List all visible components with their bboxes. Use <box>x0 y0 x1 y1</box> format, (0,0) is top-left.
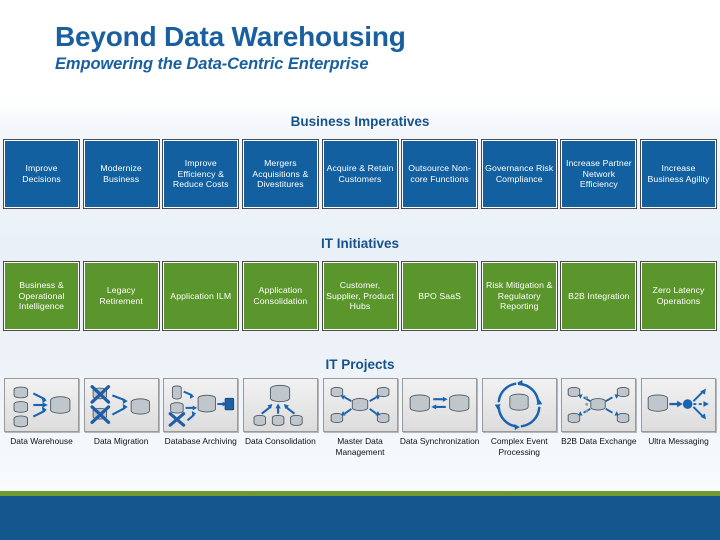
initiative-label: Customer, Supplier, Product Hubs <box>326 279 394 312</box>
project-label: Data Synchronization <box>399 436 480 446</box>
section-heading-business-imperatives: Business Imperatives <box>290 114 430 129</box>
imperative-label: Improve Efficiency & Reduce Costs <box>172 157 229 190</box>
initiative-box[interactable]: Business & Operational Intelligence <box>3 261 80 331</box>
many-to-one-database-icon <box>4 378 79 432</box>
it-projects-row: Data Warehouse Data Migration Database A… <box>4 378 716 458</box>
project-label: Ultra Messaging <box>648 436 709 446</box>
exchange-network-database-icon <box>561 378 637 432</box>
initiative-box[interactable]: BPO SaaS <box>401 261 479 331</box>
project-item[interactable]: Database Archiving <box>163 378 239 458</box>
project-label: Data Warehouse <box>10 436 73 446</box>
retire-sources-database-icon <box>83 378 159 432</box>
broadcast-fanout-icon <box>641 378 716 432</box>
project-label: B2B Data Exchange <box>561 436 637 446</box>
initiative-label: Application ILM <box>170 290 232 301</box>
consolidate-upward-database-icon <box>242 378 318 432</box>
project-label: Database Archiving <box>164 436 237 446</box>
initiative-box[interactable]: B2B Integration <box>560 261 638 331</box>
it-initiatives-row: Business & Operational Intelligence Lega… <box>3 261 717 331</box>
initiative-label: B2B Integration <box>568 290 630 301</box>
imperative-label: Acquire & Retain Customers <box>326 163 394 184</box>
imperative-box[interactable]: Outsource Non-core Functions <box>401 139 479 209</box>
two-way-sync-database-icon <box>402 378 478 432</box>
imperative-box[interactable]: Modernize Business <box>82 139 160 209</box>
imperative-box[interactable]: Improve Decisions <box>3 139 80 209</box>
project-label: Complex Event Processing <box>490 436 548 457</box>
imperative-label: Outsource Non-core Functions <box>408 163 471 184</box>
section-heading-it-projects: IT Projects <box>325 357 395 372</box>
initiative-label: BPO SaaS <box>418 290 462 301</box>
imperative-box[interactable]: Mergers Acquisitions & Divestitures <box>241 139 319 209</box>
imperative-box[interactable]: Increase Partner Network Efficiency <box>560 139 638 209</box>
initiative-box[interactable]: Risk Mitigation & Regulatory Reporting <box>480 261 558 331</box>
section-heading-it-initiatives: IT Initiatives <box>320 236 400 251</box>
business-imperatives-row: Improve Decisions Modernize Business Imp… <box>3 139 717 209</box>
initiative-label: Legacy Retirement <box>99 285 143 306</box>
imperative-box[interactable]: Increase Business Agility <box>640 139 717 209</box>
project-item[interactable]: Ultra Messaging <box>641 378 716 458</box>
hub-and-spoke-database-icon <box>322 378 398 432</box>
project-label: Data Migration <box>93 436 149 446</box>
initiative-box[interactable]: Application ILM <box>162 261 240 331</box>
imperative-label: Mergers Acquisitions & Divestitures <box>252 157 309 190</box>
imperative-label: Modernize Business <box>100 163 142 184</box>
project-label: Master Data Management <box>335 436 385 457</box>
initiative-label: Risk Mitigation & Regulatory Reporting <box>486 279 553 312</box>
project-item[interactable]: B2B Data Exchange <box>561 378 637 458</box>
imperative-label: Increase Business Agility <box>647 163 710 184</box>
project-item[interactable]: Data Migration <box>83 378 159 458</box>
initiative-label: Zero Latency Operations <box>652 285 705 306</box>
page-subtitle: Empowering the Data-Centric Enterprise <box>55 55 369 74</box>
imperative-box[interactable]: Governance Risk Compliance <box>480 139 558 209</box>
slide: Beyond Data Warehousing Empowering the D… <box>0 0 720 540</box>
initiative-box[interactable]: Customer, Supplier, Product Hubs <box>321 261 399 331</box>
initiative-label: Application Consolidation <box>253 285 308 306</box>
imperative-label: Improve Decisions <box>22 163 61 184</box>
imperative-box[interactable]: Improve Efficiency & Reduce Costs <box>162 139 240 209</box>
initiative-box[interactable]: Legacy Retirement <box>82 261 160 331</box>
project-label: Data Consolidation <box>244 436 316 446</box>
circular-flow-database-icon <box>481 378 557 432</box>
imperative-label: Increase Partner Network Efficiency <box>565 157 632 190</box>
project-item[interactable]: Data Consolidation <box>242 378 318 458</box>
imperative-label: Governance Risk Compliance <box>485 163 554 184</box>
project-item[interactable]: Data Synchronization <box>400 378 479 458</box>
title-block: Beyond Data Warehousing Empowering the D… <box>55 22 675 74</box>
archive-to-store-icon <box>163 378 239 432</box>
project-item[interactable]: Master Data Management <box>322 378 398 458</box>
project-item[interactable]: Data Warehouse <box>4 378 79 458</box>
initiative-box[interactable]: Zero Latency Operations <box>640 261 717 331</box>
initiative-box[interactable]: Application Consolidation <box>241 261 319 331</box>
footer-band: INFORMATICA® 9 <box>0 496 720 540</box>
project-item[interactable]: Complex Event Processing <box>481 378 557 458</box>
initiative-label: Business & Operational Intelligence <box>18 279 65 312</box>
page-title: Beyond Data Warehousing <box>55 21 406 52</box>
imperative-box[interactable]: Acquire & Retain Customers <box>321 139 399 209</box>
